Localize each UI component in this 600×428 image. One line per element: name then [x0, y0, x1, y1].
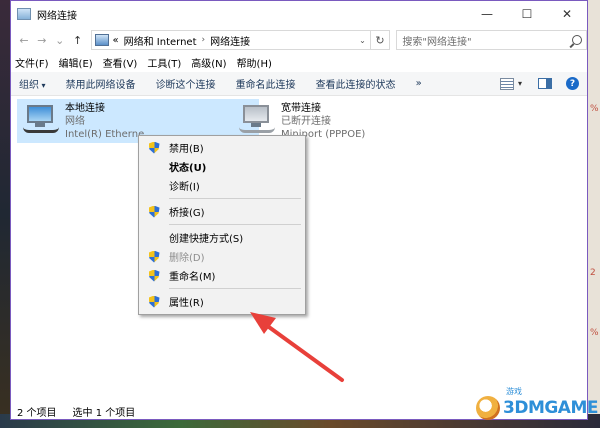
mascot-icon: [476, 396, 500, 420]
watermark-text: 3DMGAME: [503, 398, 599, 418]
annotation-arrow-icon: [250, 312, 344, 382]
watermark-logo: 3DMGAME 游戏: [476, 387, 599, 420]
watermark-cn: 游戏: [506, 387, 522, 396]
